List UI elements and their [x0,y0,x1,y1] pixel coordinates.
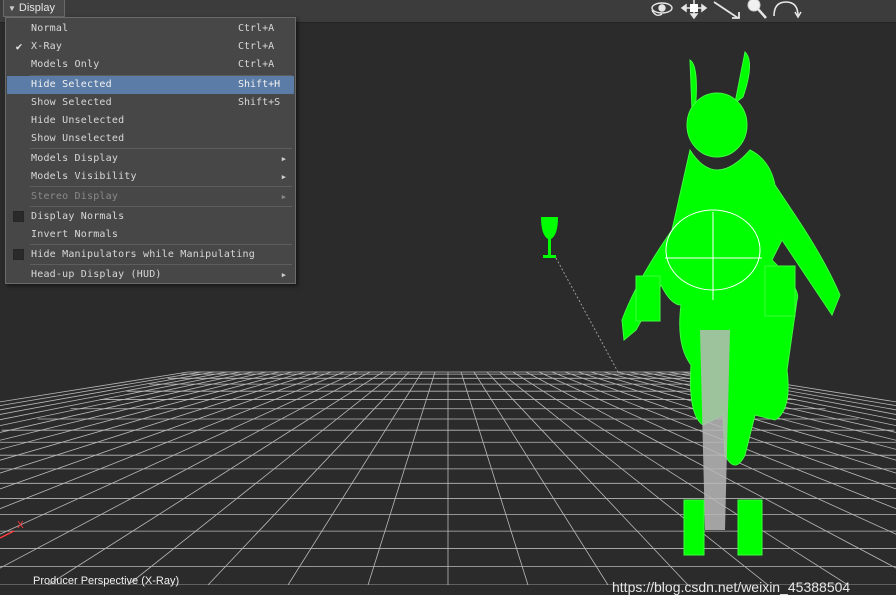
track-icon[interactable] [713,1,740,19]
display-menu-label: Display [18,2,55,14]
checkbox-icon[interactable] [13,249,24,260]
menu-separator [30,264,292,265]
menu-item-x-ray[interactable]: ✔ X-Ray Ctrl+A [7,38,294,56]
menu-item-shortcut: Shift+S [238,97,281,108]
menu-item-models-only[interactable]: Models Only Ctrl+A [7,56,294,74]
menu-item-stereo-display: Stereo Display ▶ [7,188,294,206]
menu-item-label: X-Ray [31,41,63,52]
display-menu-button[interactable]: ▼ Display [3,0,65,17]
menu-separator [30,148,292,149]
watermark-url: https://blog.csdn.net/weixin_45388504 [612,579,851,595]
menu-item-hide-manipulators[interactable]: Hide Manipulators while Manipulating [7,246,294,264]
menu-item-hide-selected[interactable]: Hide Selected Shift+H [7,76,294,94]
display-dropdown-menu: Normal Ctrl+A ✔ X-Ray Ctrl+A Models Only… [5,17,296,284]
rotate-icon[interactable] [773,1,802,19]
menu-separator [30,206,292,207]
menu-item-shortcut: Ctrl+A [238,23,275,34]
menu-item-show-selected[interactable]: Show Selected Shift+S [7,94,294,112]
viewport-camera-label: Producer Perspective (X-Ray) [33,575,180,587]
wine-glass-model[interactable] [541,217,619,373]
menu-item-shortcut: Ctrl+A [238,41,275,52]
submenu-arrow-icon: ▶ [281,193,286,201]
menu-item-label: Show Unselected [31,133,125,144]
menu-separator [30,244,292,245]
chevron-down-icon: ▼ [8,4,16,13]
menu-item-hide-unselected[interactable]: Hide Unselected [7,112,294,130]
checkmark-icon: ✔ [15,40,23,53]
tumble-icon[interactable] [651,2,673,17]
menu-item-models-display[interactable]: Models Display ▶ [7,150,294,168]
menu-item-label: Display Normals [31,211,125,222]
zoom-icon[interactable] [747,0,767,19]
menu-item-invert-normals[interactable]: Invert Normals [7,226,294,244]
menu-item-label: Models Display [31,153,119,164]
submenu-arrow-icon: ▶ [281,271,286,279]
character-model[interactable] [621,50,841,556]
menu-item-hud[interactable]: Head-up Display (HUD) ▶ [7,266,294,284]
axis-x-label: X [17,520,24,531]
menu-item-label: Hide Manipulators while Manipulating [31,249,255,260]
navigation-tools [651,0,802,20]
menu-item-display-normals[interactable]: Display Normals [7,208,294,226]
menu-item-normal[interactable]: Normal Ctrl+A [7,20,294,38]
menu-item-label: Head-up Display (HUD) [31,269,162,280]
move-icon[interactable] [680,0,708,20]
submenu-arrow-icon: ▶ [281,155,286,163]
menu-item-label: Hide Unselected [31,115,125,126]
checkbox-icon[interactable] [13,211,24,222]
menu-separator [30,186,292,187]
menu-item-label: Stereo Display [31,191,119,202]
submenu-arrow-icon: ▶ [281,173,286,181]
menu-item-label: Models Only [31,59,100,70]
menu-item-label: Hide Selected [31,79,112,90]
menu-item-label: Models Visibility [31,171,137,182]
menu-item-label: Invert Normals [31,229,119,240]
menu-item-shortcut: Ctrl+A [238,59,275,70]
menu-item-shortcut: Shift+H [238,79,281,90]
menu-item-show-unselected[interactable]: Show Unselected [7,130,294,148]
menu-item-label: Show Selected [31,97,112,108]
menu-item-models-visibility[interactable]: Models Visibility ▶ [7,168,294,186]
menu-item-label: Normal [31,23,69,34]
